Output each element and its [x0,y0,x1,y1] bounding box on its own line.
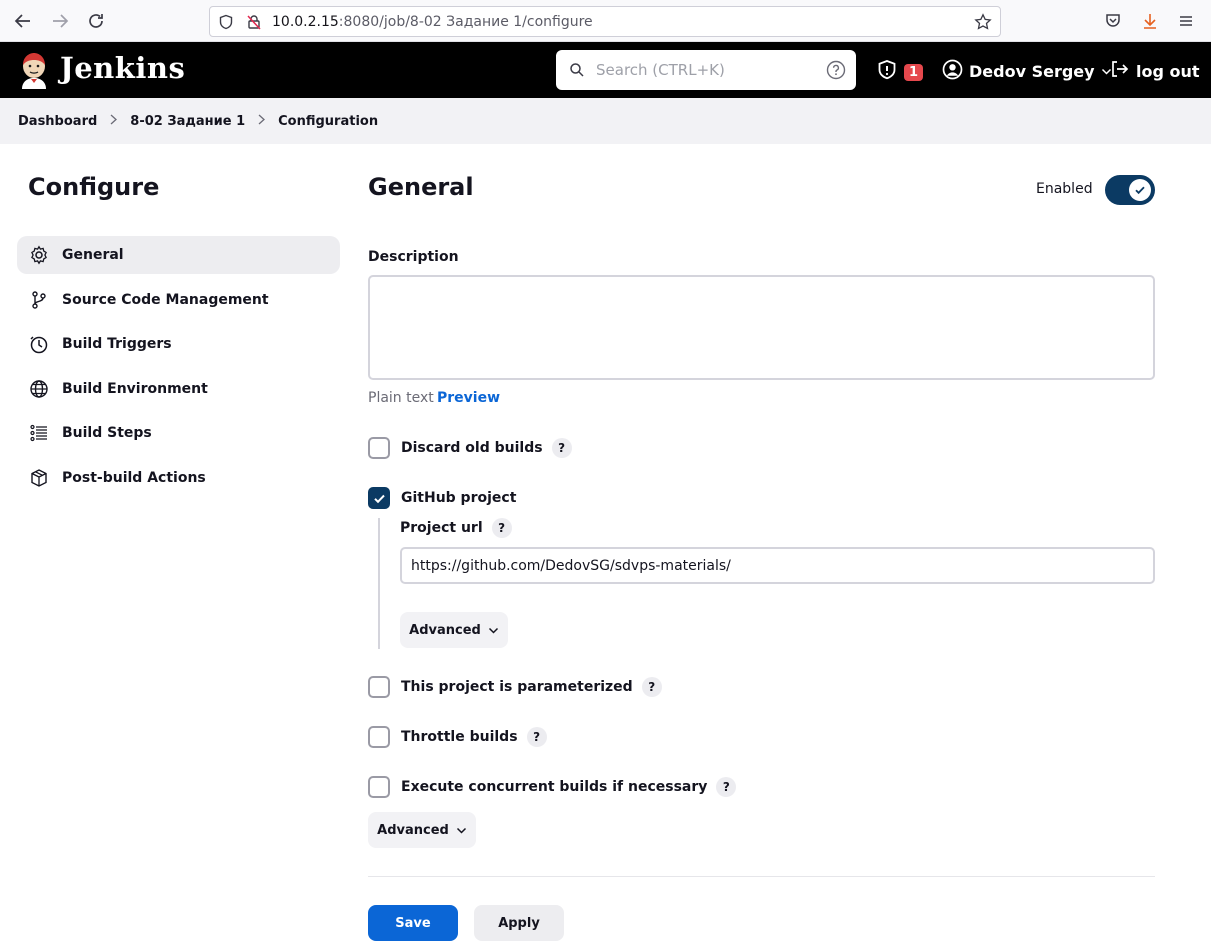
preview-link[interactable]: Preview [437,390,500,406]
concurrent-builds-checkbox[interactable] [368,776,390,798]
sidebar-item-label: Build Environment [62,381,208,397]
chevron-down-icon [488,625,499,636]
insecure-lock-icon [246,14,264,30]
help-icon[interactable]: ? [551,438,572,458]
download-icon[interactable] [1140,11,1160,31]
project-url-input[interactable] [400,547,1155,584]
divider [368,876,1155,877]
gear-icon [28,244,50,266]
description-label: Description [368,249,459,265]
sidebar-item-label: Build Steps [62,425,152,441]
project-url-label-row: Project url ? [400,517,512,539]
help-circle-icon[interactable] [826,60,846,84]
security-alerts[interactable]: 1 [876,59,924,85]
parameterized-checkbox[interactable] [368,676,390,698]
package-icon [28,467,50,489]
user-menu[interactable]: Dedov Sergey [942,59,1112,84]
help-icon[interactable]: ? [491,518,512,538]
browser-toolbar: 10.0.2.15:8080/job/8-02 Задание 1/config… [0,0,1211,42]
advanced-button-general[interactable]: Advanced [368,812,476,848]
sidebar-title: Configure [28,173,160,201]
menu-icon[interactable] [1176,11,1196,31]
github-project-checkbox[interactable] [368,487,390,509]
check-icon [1129,179,1151,201]
option-throttle-builds: Throttle builds ? [368,726,547,748]
option-label[interactable]: Discard old builds [401,440,543,456]
reload-icon[interactable] [85,10,107,32]
advanced-label: Advanced [409,622,481,638]
option-discard-old-builds: Discard old builds ? [368,437,572,459]
search-box[interactable] [556,50,856,90]
branch-icon [28,289,50,311]
sidebar-item-build-triggers[interactable]: Build Triggers [17,325,340,363]
section-title-general: General [368,173,474,201]
option-label[interactable]: GitHub project [401,490,516,506]
option-label[interactable]: This project is parameterized [401,679,633,695]
back-arrow-icon[interactable] [12,10,34,32]
discard-old-builds-checkbox[interactable] [368,437,390,459]
project-url-label: Project url [400,520,483,536]
enabled-toggle[interactable] [1105,175,1155,205]
sidebar-item-label: General [62,247,124,263]
sidebar-item-label: Source Code Management [62,292,269,308]
check-icon [373,494,385,503]
breadcrumb-configuration[interactable]: Configuration [278,114,378,129]
throttle-builds-checkbox[interactable] [368,726,390,748]
sidebar-item-build-environment[interactable]: Build Environment [17,370,340,408]
sidebar-item-general[interactable]: General [17,236,340,274]
option-concurrent-builds: Execute concurrent builds if necessary ? [368,776,737,798]
sidebar-item-source-code-management[interactable]: Source Code Management [17,281,340,319]
bookmark-star-icon[interactable] [974,13,992,35]
breadcrumb-job[interactable]: 8-02 Задание 1 [130,114,245,129]
option-parameterized: This project is parameterized ? [368,676,662,698]
user-avatar-icon [942,59,963,84]
globe-icon [28,378,50,400]
shield-icon [218,14,236,30]
address-bar[interactable]: 10.0.2.15:8080/job/8-02 Задание 1/config… [209,6,1001,37]
chevron-right-icon [257,114,266,129]
jenkins-logo-icon[interactable] [18,51,50,89]
forward-arrow-icon[interactable] [49,10,71,32]
help-icon[interactable]: ? [526,727,547,747]
apply-button[interactable]: Apply [474,905,564,941]
chevron-right-icon [109,114,118,129]
logout-label: log out [1136,61,1200,81]
save-button[interactable]: Save [368,905,458,941]
search-input[interactable] [596,59,816,81]
timer-icon [28,333,50,355]
shield-alert-icon [876,59,898,85]
jenkins-header: Jenkins 1 Dedov Sergey log out [0,42,1211,98]
logout-icon [1109,59,1129,83]
help-icon[interactable]: ? [641,677,662,697]
enabled-label: Enabled [1036,181,1093,197]
search-icon [569,62,585,82]
plain-text-label: Plain text [368,390,434,406]
logout-link[interactable]: log out [1109,59,1200,83]
user-name: Dedov Sergey [969,62,1095,81]
nested-section-line [378,518,380,649]
advanced-button-github[interactable]: Advanced [400,612,508,648]
sidebar-item-label: Build Triggers [62,336,172,352]
security-count-badge: 1 [904,63,924,81]
description-textarea[interactable] [368,275,1155,380]
chevron-down-icon [456,825,467,836]
advanced-label: Advanced [377,822,449,838]
jenkins-brand[interactable]: Jenkins [60,51,185,85]
help-icon[interactable]: ? [716,777,737,797]
url-text: 10.0.2.15:8080/job/8-02 Задание 1/config… [272,13,593,30]
sidebar-item-build-steps[interactable]: Build Steps [17,414,340,452]
option-label[interactable]: Throttle builds [401,729,518,745]
breadcrumb: Dashboard 8-02 Задание 1 Configuration [0,98,1211,144]
list-icon [28,422,50,444]
option-github-project: GitHub project [368,487,516,509]
sidebar-item-post-build-actions[interactable]: Post-build Actions [17,459,340,497]
pocket-icon[interactable] [1103,11,1123,31]
sidebar-item-label: Post-build Actions [62,470,206,486]
breadcrumb-dashboard[interactable]: Dashboard [18,114,97,129]
option-label[interactable]: Execute concurrent builds if necessary [401,779,707,795]
